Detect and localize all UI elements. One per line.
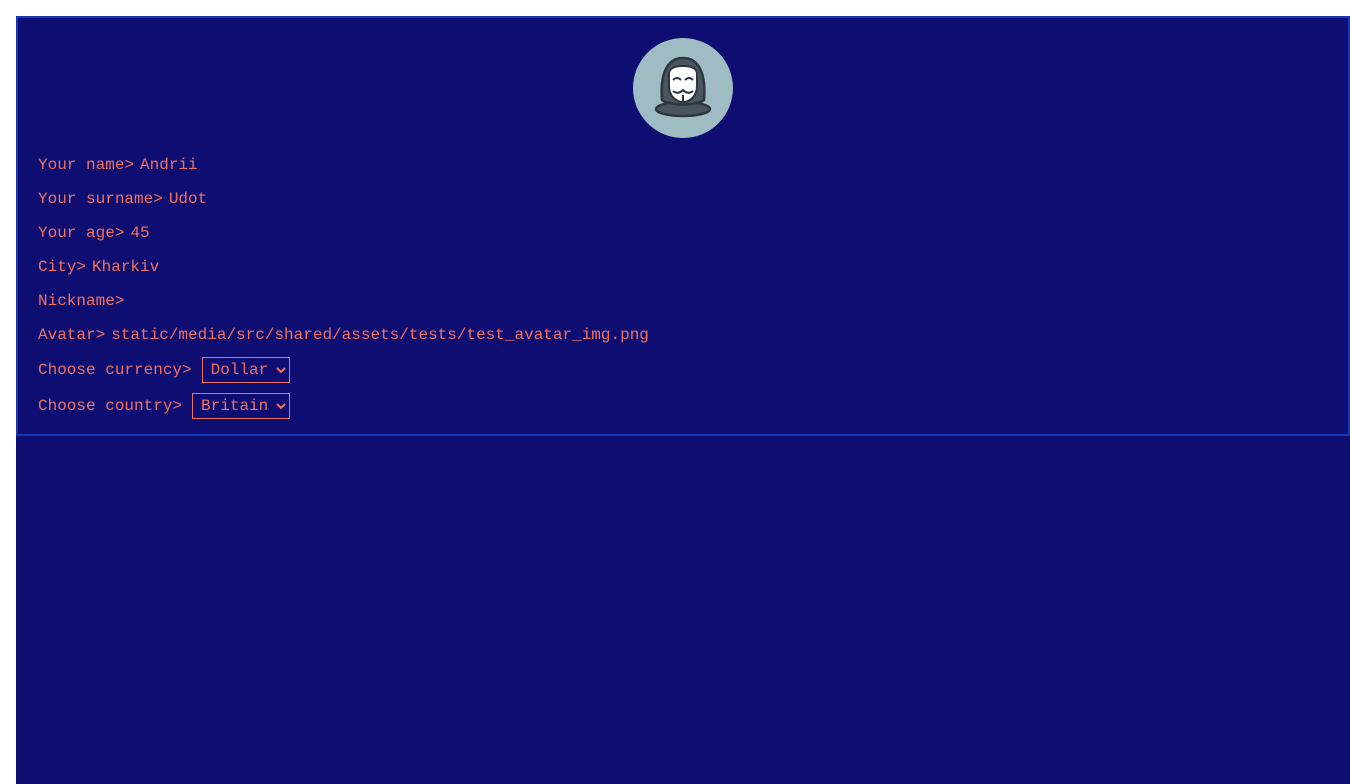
name-value: Andrii — [140, 156, 198, 174]
city-value: Kharkiv — [92, 258, 160, 276]
field-surname: Your surname> Udot — [38, 182, 649, 216]
field-city: City> Kharkiv — [38, 250, 649, 284]
avatar — [633, 38, 733, 138]
nickname-label: Nickname> — [38, 292, 125, 310]
field-age: Your age> 45 — [38, 216, 649, 250]
age-label: Your age> — [38, 224, 125, 242]
field-name: Your name> Andrii — [38, 148, 649, 182]
field-currency: Choose currency> Dollar — [38, 352, 649, 388]
country-label: Choose country> — [38, 397, 183, 415]
surname-value: Udot — [168, 190, 208, 208]
age-value: 45 — [130, 224, 150, 242]
avatar-path-value: static/media/src/shared/assets/tests/tes… — [111, 326, 649, 344]
city-label: City> — [38, 258, 87, 276]
currency-select[interactable]: Dollar — [201, 357, 290, 383]
profile-panel: Your name> Andrii Your surname> Udot You… — [16, 16, 1350, 436]
field-nickname: Nickname> — [38, 284, 649, 318]
country-select[interactable]: Britain — [192, 393, 291, 419]
field-country: Choose country> Britain — [38, 388, 649, 424]
surname-label: Your surname> — [38, 190, 163, 208]
anonymous-mask-icon — [654, 56, 712, 118]
name-label: Your name> — [38, 156, 135, 174]
field-avatar: Avatar> static/media/src/shared/assets/t… — [38, 318, 649, 352]
currency-label: Choose currency> — [38, 361, 192, 379]
avatar-label: Avatar> — [38, 326, 106, 344]
profile-fields: Your name> Andrii Your surname> Udot You… — [38, 148, 649, 424]
